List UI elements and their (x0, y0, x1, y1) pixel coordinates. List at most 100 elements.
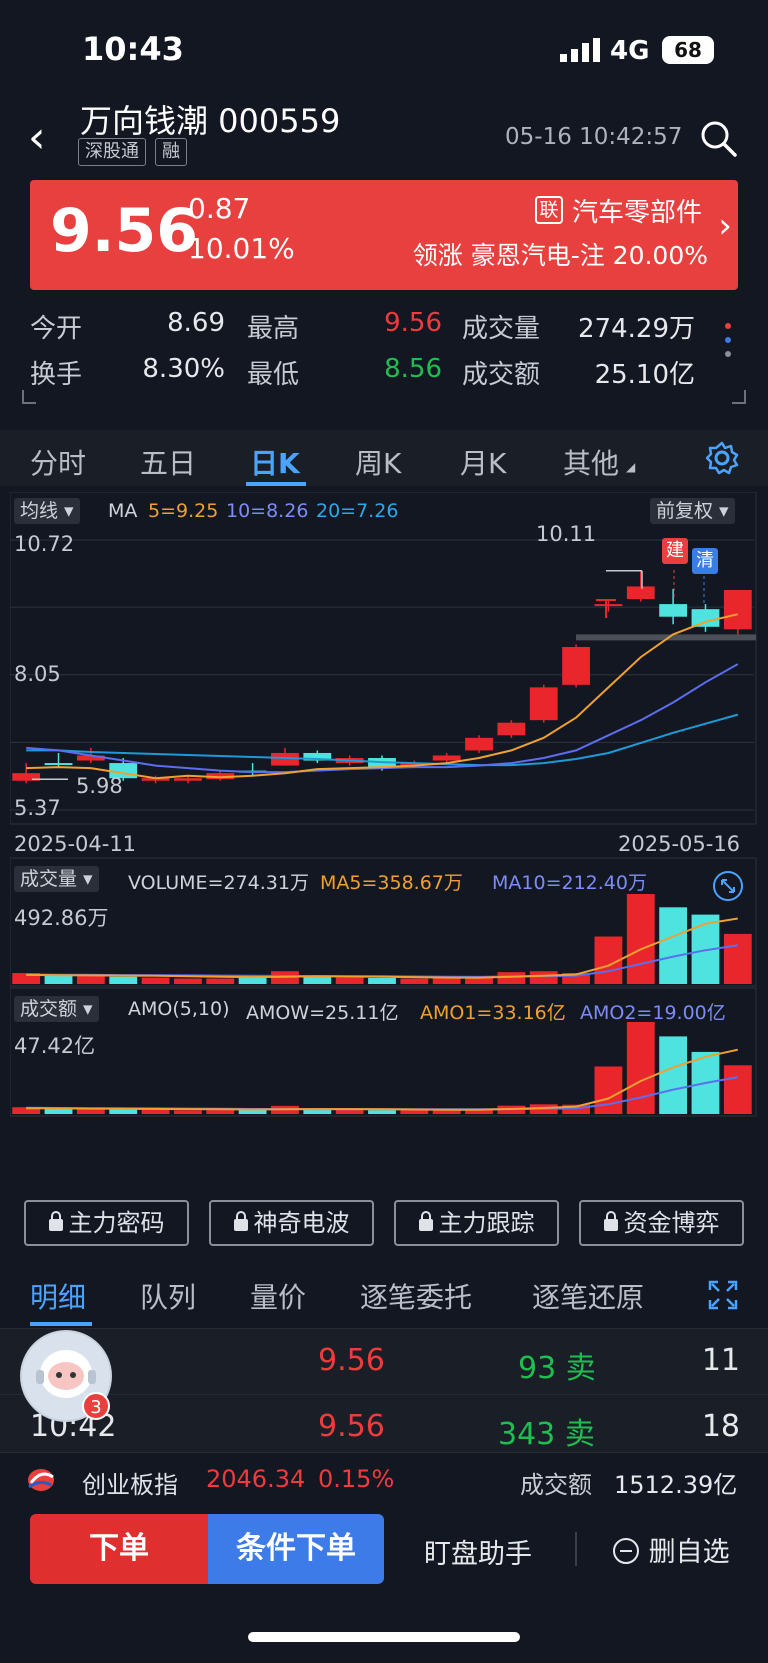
stock-title: 万向钱潮 000559 (80, 102, 341, 140)
settings-icon[interactable] (704, 440, 740, 476)
back-icon[interactable]: ‹ (28, 112, 46, 163)
amo-params: AMO(5,10) (128, 998, 230, 1020)
monitor-assistant-button[interactable]: 盯盘助手 (424, 1532, 532, 1571)
amount-bar (206, 1110, 235, 1114)
tab-volume-price[interactable]: 量价 (250, 1276, 306, 1316)
amount-dropdown[interactable]: 成交额 ▾ (14, 996, 99, 1022)
ma-dropdown[interactable]: 均线 ▾ (14, 498, 80, 524)
candle-body (174, 778, 202, 781)
tab-underline (246, 482, 306, 486)
adjust-dropdown[interactable]: 前复权 ▾ (650, 498, 735, 524)
tab-trade-replay[interactable]: 逐笔还原 (532, 1276, 644, 1316)
candle-body (497, 722, 526, 736)
trade-count: 18 (701, 1409, 740, 1444)
tab-queue[interactable]: 队列 (140, 1276, 196, 1316)
more-dots-icon[interactable] (722, 318, 734, 364)
tag-sgt: 深股通 (78, 138, 146, 166)
ma10-label: 10=8.26 (226, 500, 309, 522)
assistant-avatar[interactable]: 3 (20, 1330, 112, 1422)
sector-leader: 领涨 豪恩汽电-注 20.00% (413, 236, 708, 272)
index-name: 创业板指 (82, 1471, 178, 1499)
signal-icon (560, 38, 600, 62)
volume-dropdown[interactable]: 成交量 ▾ (14, 866, 99, 892)
tab-underline (30, 1322, 92, 1326)
remove-watchlist-button[interactable]: 删自选 (612, 1530, 730, 1569)
lead-pct: 20.00% (612, 241, 708, 270)
open-label: 今开 (30, 314, 83, 344)
y-axis-mid: 8.05 (14, 662, 61, 686)
corner-mark (22, 390, 36, 404)
notification-badge: 3 (82, 1392, 110, 1420)
candle-body (691, 609, 720, 627)
volume-ma10-readout: MA10=212.40万 (492, 872, 647, 894)
tab-other[interactable]: 其他 (563, 442, 619, 482)
search-icon[interactable] (698, 118, 738, 158)
signal-marker (596, 599, 616, 618)
y-axis-top: 10.72 (14, 532, 75, 556)
kline-chart-area[interactable]: 均线 ▾ MA 5=9.25 10=8.26 20=7.26 前复权 ▾ 10.… (10, 492, 758, 1182)
feature-label: 主力密码 (68, 1209, 165, 1237)
tab-order-by-order[interactable]: 逐笔委托 (360, 1276, 472, 1316)
index-ticker[interactable]: 创业板指 2046.34 0.15% 成交额 1512.39亿 (0, 1452, 768, 1506)
bottom-action-bar: 下单 条件下单 盯盘助手 删自选 (0, 1514, 768, 1586)
candle-body (465, 737, 493, 751)
candle-body (626, 586, 655, 600)
tab-monthly-k[interactable]: 月K (460, 442, 506, 482)
feature-label: 神奇电波 (253, 1209, 350, 1237)
feature-capital-button[interactable]: 资金博弈 (579, 1200, 744, 1246)
minus-circle-icon (613, 1538, 639, 1564)
tab-intraday[interactable]: 分时 (30, 442, 86, 482)
trade-volume-value: 343 (498, 1417, 556, 1452)
chart-period-tabs: 分时 五日 日K 周K 月K 其他 ◢ (0, 430, 768, 486)
tab-daily-k[interactable]: 日K (250, 442, 300, 482)
tab-detail[interactable]: 明细 (30, 1276, 86, 1316)
trade-volume: 93 卖 (518, 1343, 596, 1387)
tab-weekly-k[interactable]: 周K (355, 442, 401, 482)
feature-label: 资金博弈 (623, 1209, 720, 1237)
volume-readout: VOLUME=274.31万 (128, 872, 309, 894)
price-banner[interactable]: 9.56 0.87 10.01% 联 汽车零部件 领涨 豪恩汽电-注 20.00… (30, 180, 738, 290)
expand-icon[interactable] (712, 870, 744, 902)
tag-margin: 融 (155, 138, 187, 166)
max-price-label: 10.11 (536, 522, 597, 546)
feature-wave-button[interactable]: 神奇电波 (209, 1200, 374, 1246)
clear-badge[interactable]: 清 (692, 548, 718, 574)
chevron-right-icon[interactable]: › (718, 206, 732, 246)
min-price-label: 5.98 (76, 774, 123, 798)
amount-bar (723, 1065, 752, 1114)
feature-main-code-button[interactable]: 主力密码 (24, 1200, 189, 1246)
trade-count: 11 (701, 1343, 740, 1378)
last-price: 9.56 (50, 196, 199, 266)
sector-name[interactable]: 汽车零部件 (572, 192, 702, 229)
adjust-label: 前复权 (656, 500, 714, 522)
lock-icon (233, 1211, 248, 1231)
open-value: 8.69 (167, 308, 225, 338)
high-label: 最高 (247, 314, 300, 344)
volume-bar (723, 933, 752, 984)
build-badge[interactable]: 建 (662, 538, 688, 564)
fullscreen-icon[interactable] (708, 1280, 738, 1310)
y-axis-bottom: 5.37 (14, 796, 61, 820)
volume-bar (44, 975, 73, 984)
amount-bar (109, 1109, 138, 1114)
volume-bar (432, 978, 461, 984)
amount-bar (432, 1110, 461, 1114)
corner-mark (732, 390, 746, 404)
feature-track-button[interactable]: 主力跟踪 (394, 1200, 559, 1246)
detail-tabs: 明细 队列 量价 逐笔委托 逐笔还原 (0, 1268, 768, 1328)
volume-max-label: 492.86万 (14, 906, 109, 930)
candle-body (44, 763, 73, 766)
volume-bar (335, 977, 364, 984)
amount-bar (594, 1066, 623, 1114)
tab-five-day[interactable]: 五日 (140, 442, 196, 482)
divider (575, 1532, 577, 1566)
volume-bar (400, 978, 429, 984)
trade-side: 卖 (565, 1351, 596, 1386)
amount-bar (335, 1109, 364, 1114)
index-amount: 1512.39亿 (614, 1471, 738, 1499)
quote-timestamp: 05-16 10:42:57 (505, 124, 683, 150)
conditional-order-button[interactable]: 条件下单 (208, 1514, 384, 1584)
ma5-label: 5=9.25 (148, 500, 219, 522)
order-button[interactable]: 下单 (30, 1514, 208, 1584)
table-row: 10:42 9.56 343 卖 18 (0, 1394, 768, 1460)
